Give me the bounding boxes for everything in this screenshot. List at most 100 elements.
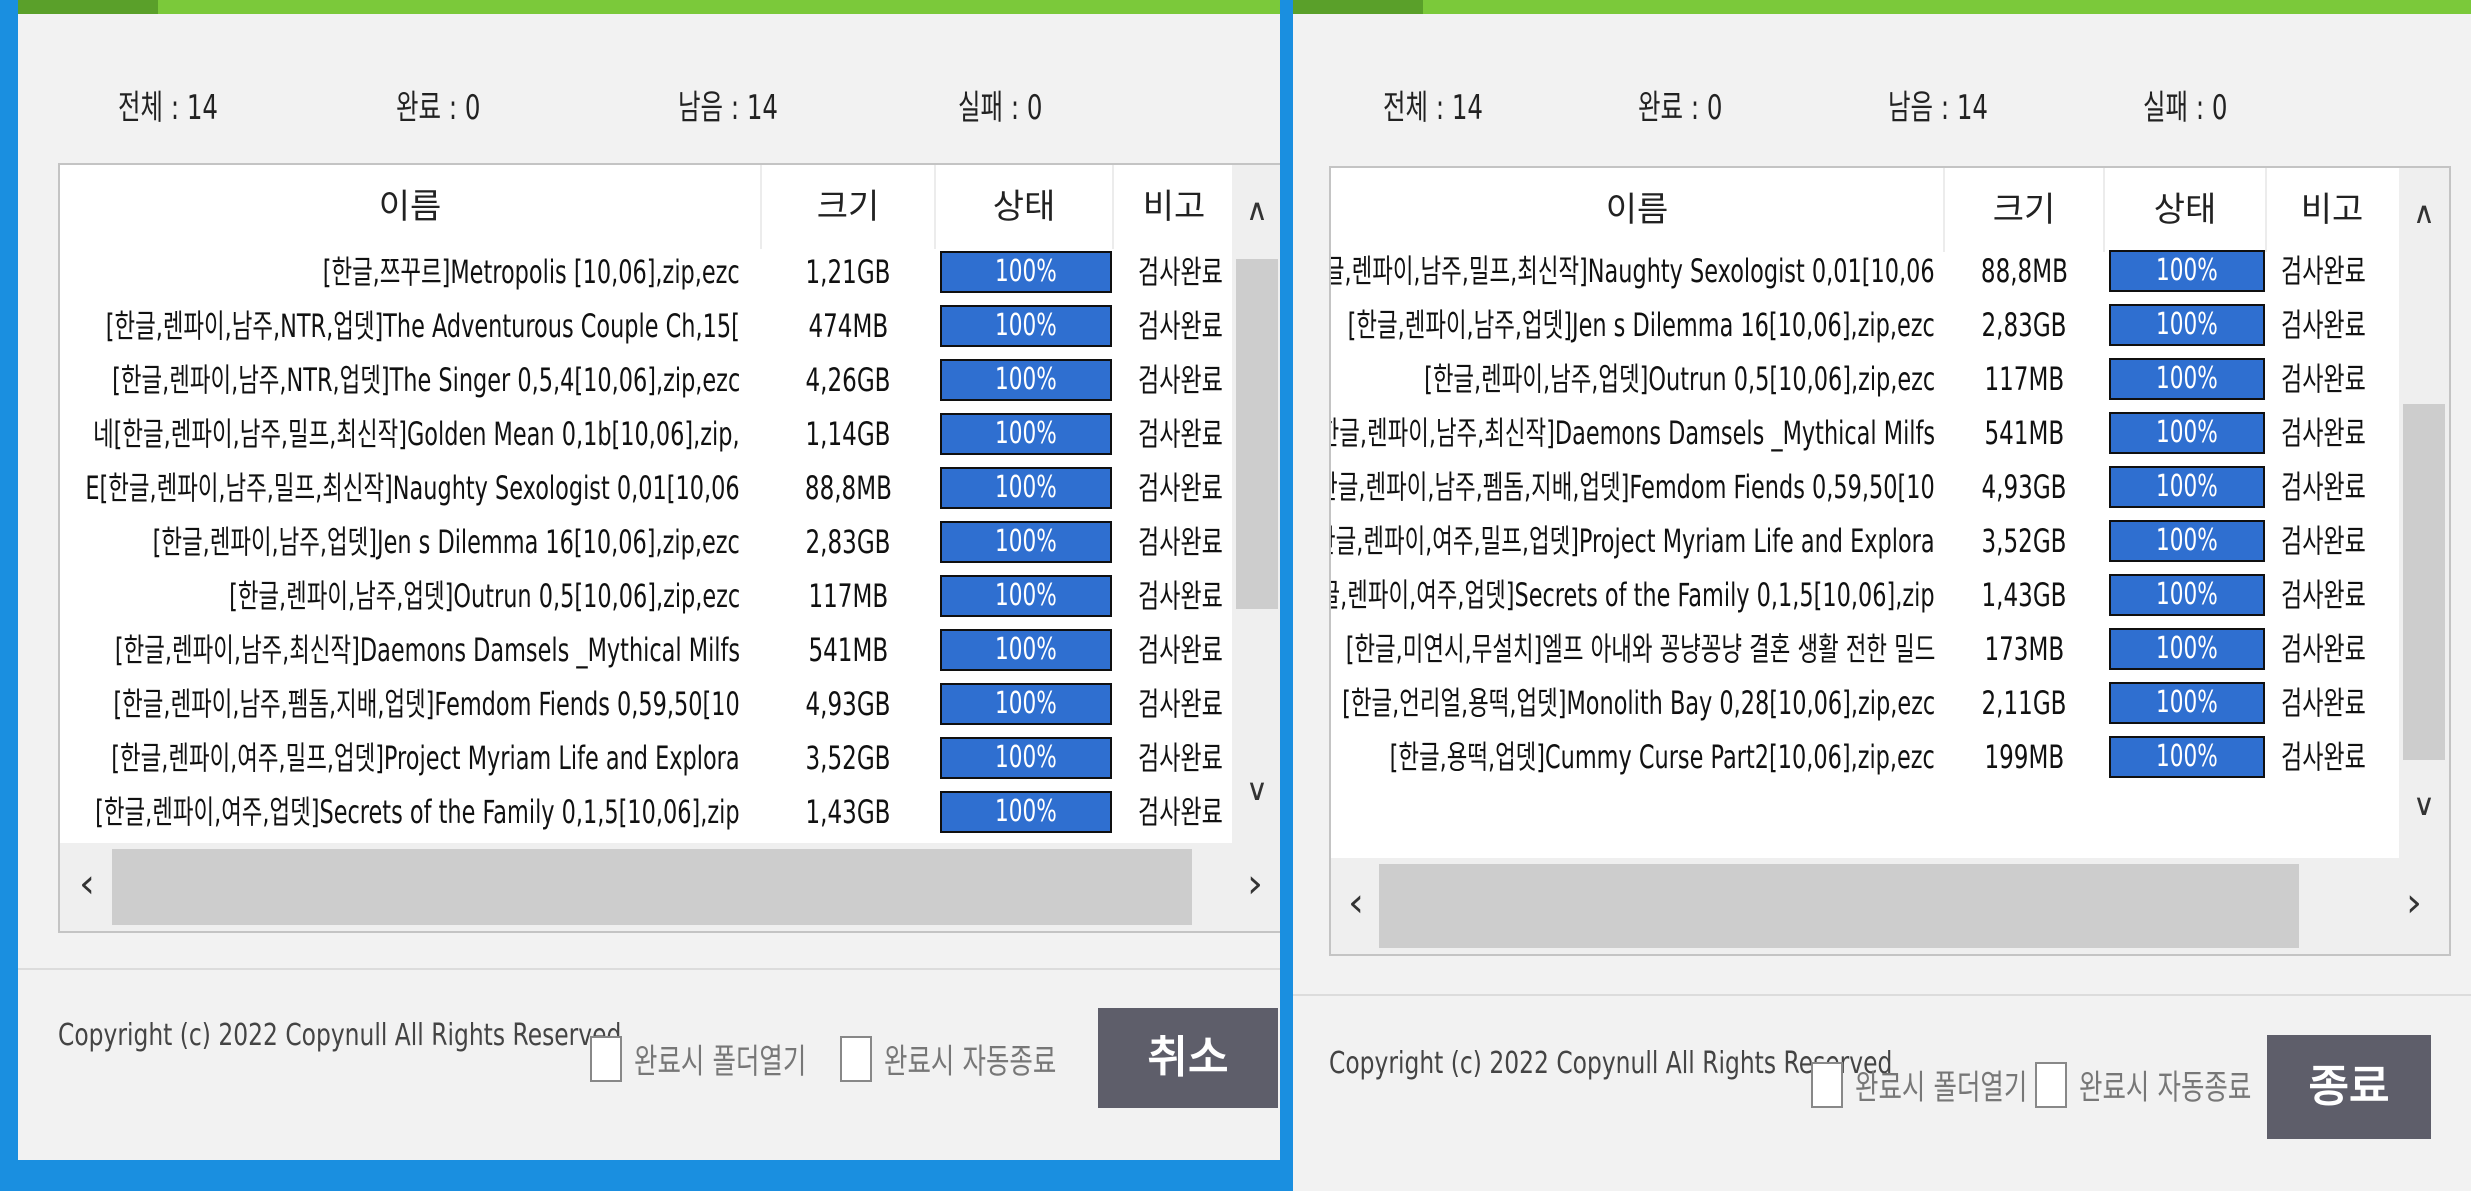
status-progress-bar: 100% [2109,682,2265,724]
column-header-status[interactable]: 상태 [2105,168,2265,252]
chevron-up-icon[interactable]: ∧ [1232,193,1280,228]
note-cell: 검사완료 [1138,299,1230,353]
horizontal-scrollbar[interactable]: ‹ › [60,843,1280,931]
table-row[interactable]: [한글,렌파이,남주,NTR,업뎃]The Singer 0,5,4[10,06… [60,353,1280,407]
horizontal-scroll-thumb[interactable] [1379,864,2299,948]
file-name-cell: [한글,렌파이,여주,업뎃]Secrets of the Family 0,1,… [1331,568,1935,622]
open-folder-checkbox[interactable] [590,1036,622,1082]
status-progress-bar: 100% [940,521,1112,563]
column-header-size[interactable]: 크기 [762,165,934,249]
note-text: 검사완료 [1138,793,1223,831]
chevron-right-icon[interactable]: › [2389,880,2439,926]
list-header: 이름 크기 상태 비고 [60,165,1280,249]
chevron-left-icon[interactable]: ‹ [1331,880,1381,926]
chevron-down-icon[interactable]: ∨ [1232,773,1280,808]
file-name: [한글,렌파이,남주,펨돔,지배,업뎃]Femdom Fiends 0,59,5… [1331,468,1935,506]
table-row[interactable]: 네[한글,렌파이,남주,밀프,최신작]Golden Mean 0,1b[10,0… [60,407,1280,461]
table-row[interactable]: [한글,렌파이,여주,밀프,업뎃]Project Myriam Life and… [60,731,1280,785]
file-name: [한글,렌파이,남주,업뎃]Outrun 0,5[10,06],zip,ezc [1423,360,1935,398]
open-folder-option[interactable]: 완료시 폴더열기 [1811,1056,2027,1116]
open-folder-checkbox[interactable] [1811,1062,1843,1108]
file-name-cell: [한글,렌파이,남주,펨돔,지배,업뎃]Femdom Fiends 0,59,5… [1331,460,1935,514]
table-row[interactable]: [한글,렌파이,남주,펨돔,지배,업뎃]Femdom Fiends 0,59,5… [1331,460,2449,514]
column-header-note[interactable]: 비고 [1114,165,1234,249]
status-progress-bar: 100% [940,683,1112,725]
auto-exit-checkbox[interactable] [840,1036,872,1082]
table-row[interactable]: [한글,렌파이,남주,업뎃]Outrun 0,5[10,06],zip,ezc 1… [1331,352,2449,406]
file-name-cell: [한글,렌파이,남주,업뎃]Jen s Dilemma 16[10,06],zi… [1331,298,1935,352]
table-row[interactable]: [한글,렌파이,여주,업뎃]Secrets of the Family 0,1,… [1331,568,2449,622]
table-row[interactable]: [한글,렌파이,남주,펨돔,지배,업뎃]Femdom Fiends 0,59,5… [60,677,1280,731]
status-percent: 100% [2156,253,2218,288]
table-row[interactable]: [한글,언리얼,용떡,업뎃]Monolith Bay 0,28[10,06],z… [1331,676,2449,730]
file-name-cell: [한글,렌파이,남주,펨돔,지배,업뎃]Femdom Fiends 0,59,5… [60,677,740,731]
table-row[interactable]: [한글,렌파이,여주,업뎃]Secrets of the Family 0,1,… [60,785,1280,839]
auto-exit-checkbox[interactable] [2035,1062,2067,1108]
note-text: 검사완료 [2281,684,2366,722]
vertical-scrollbar[interactable]: ∧ ∨ [1232,165,1280,843]
table-row[interactable]: E[한글,렌파이,남주,밀프,최신작]Naughty Sexologist 0,… [1331,244,2449,298]
status-percent: 100% [2156,523,2218,558]
file-name: [한글,렌파이,남주,NTR,업뎃]The Singer 0,5,4[10,06… [111,361,740,399]
status-percent: 100% [995,578,1057,613]
column-header-name[interactable]: 이름 [60,165,760,249]
vertical-scrollbar[interactable]: ∧ ∨ [2399,168,2449,858]
note-cell: 검사완료 [1138,353,1230,407]
column-header-note[interactable]: 비고 [2267,168,2397,252]
note-cell: 검사완료 [2281,568,2397,622]
vertical-scroll-thumb[interactable] [1236,259,1278,609]
file-name: [한글,용떡,업뎃]Cummy Curse Part2[10,06],zip,e… [1389,738,1935,776]
file-size-cell: 4,26GB [762,353,934,407]
file-list[interactable]: 이름 크기 상태 비고 E[한글,렌파이,남주,밀프,최신작]Naughty S… [1329,166,2451,956]
status-percent: 100% [2156,739,2218,774]
horizontal-scrollbar[interactable]: ‹ › [1331,858,2449,954]
open-folder-option[interactable]: 완료시 폴더열기 [590,1030,820,1090]
note-cell: 검사완료 [1138,461,1230,515]
column-header-size[interactable]: 크기 [1945,168,2103,252]
note-text: 검사완료 [2281,252,2366,290]
table-row[interactable]: [한글,렌파이,남주,최신작]Daemons Damsels _Mythical… [60,623,1280,677]
file-size: 2,11GB [1981,684,2067,722]
status-percent: 100% [2156,361,2218,396]
open-folder-label: 완료시 폴더열기 [1855,1068,2028,1108]
vertical-scroll-thumb[interactable] [2403,404,2445,760]
stat-done: 완료 : 0 [396,88,481,128]
status-percent: 100% [995,362,1057,397]
stat-total: 전체 : 14 [1383,88,1484,128]
column-header-name[interactable]: 이름 [1331,168,1943,252]
file-name-cell: 네[한글,렌파이,남주,밀프,최신작]Golden Mean 0,1b[10,0… [60,407,740,461]
note-text: 검사완료 [1138,631,1223,669]
table-row[interactable]: [한글,렌파이,남주,최신작]Daemons Damsels _Mythical… [1331,406,2449,460]
exit-button[interactable]: 종료 [2267,1035,2431,1139]
chevron-up-icon[interactable]: ∧ [2399,196,2449,231]
table-row[interactable]: E[한글,렌파이,남주,밀프,최신작]Naughty Sexologist 0,… [60,461,1280,515]
file-size-cell: 173MB [1945,622,2103,676]
auto-exit-option[interactable]: 완료시 자동종료 [840,1030,1070,1090]
status-progress-bar: 100% [2109,466,2265,508]
cancel-button[interactable]: 취소 [1098,1008,1278,1108]
file-size-cell: 3,52GB [762,731,934,785]
file-name-cell: E[한글,렌파이,남주,밀프,최신작]Naughty Sexologist 0,… [1331,244,1935,298]
column-header-status[interactable]: 상태 [936,165,1112,249]
file-name: [한글,렌파이,남주,NTR,업뎃]The Adventurous Couple… [105,307,740,345]
file-size-cell: 1,14GB [762,407,934,461]
horizontal-scroll-thumb[interactable] [112,849,1192,925]
file-size: 474MB [808,307,888,345]
table-row[interactable]: [한글,용떡,업뎃]Cummy Curse Part2[10,06],zip,e… [1331,730,2449,784]
table-row[interactable]: [한글,쯔꾸르]Metropolis [10,06],zip,ezc 1,21GB… [60,245,1280,299]
chevron-down-icon[interactable]: ∨ [2399,788,2449,823]
table-row[interactable]: [한글,미연시,무설치]엘프 아내와 꽁냥꽁냥 결혼 생활 전한 밀드 173MB… [1331,622,2449,676]
auto-exit-option[interactable]: 완료시 자동종료 [2035,1056,2255,1116]
note-text: 검사완료 [1138,685,1223,723]
table-row[interactable]: [한글,렌파이,여주,밀프,업뎃]Project Myriam Life and… [1331,514,2449,568]
file-size-cell: 541MB [762,623,934,677]
table-row[interactable]: [한글,렌파이,남주,업뎃]Jen s Dilemma 16[10,06],zi… [1331,298,2449,352]
note-cell: 검사완료 [1138,569,1230,623]
table-row[interactable]: [한글,렌파이,남주,업뎃]Jen s Dilemma 16[10,06],zi… [60,515,1280,569]
table-row[interactable]: [한글,렌파이,남주,업뎃]Outrun 0,5[10,06],zip,ezc 1… [60,569,1280,623]
table-row[interactable]: [한글,렌파이,남주,NTR,업뎃]The Adventurous Couple… [60,299,1280,353]
file-list[interactable]: 이름 크기 상태 비고 [한글,쯔꾸르]Metropolis [10,06],z… [58,163,1280,933]
file-name: [한글,렌파이,남주,업뎃]Jen s Dilemma 16[10,06],zi… [152,523,740,561]
chevron-right-icon[interactable]: › [1230,861,1280,907]
chevron-left-icon[interactable]: ‹ [62,861,112,907]
